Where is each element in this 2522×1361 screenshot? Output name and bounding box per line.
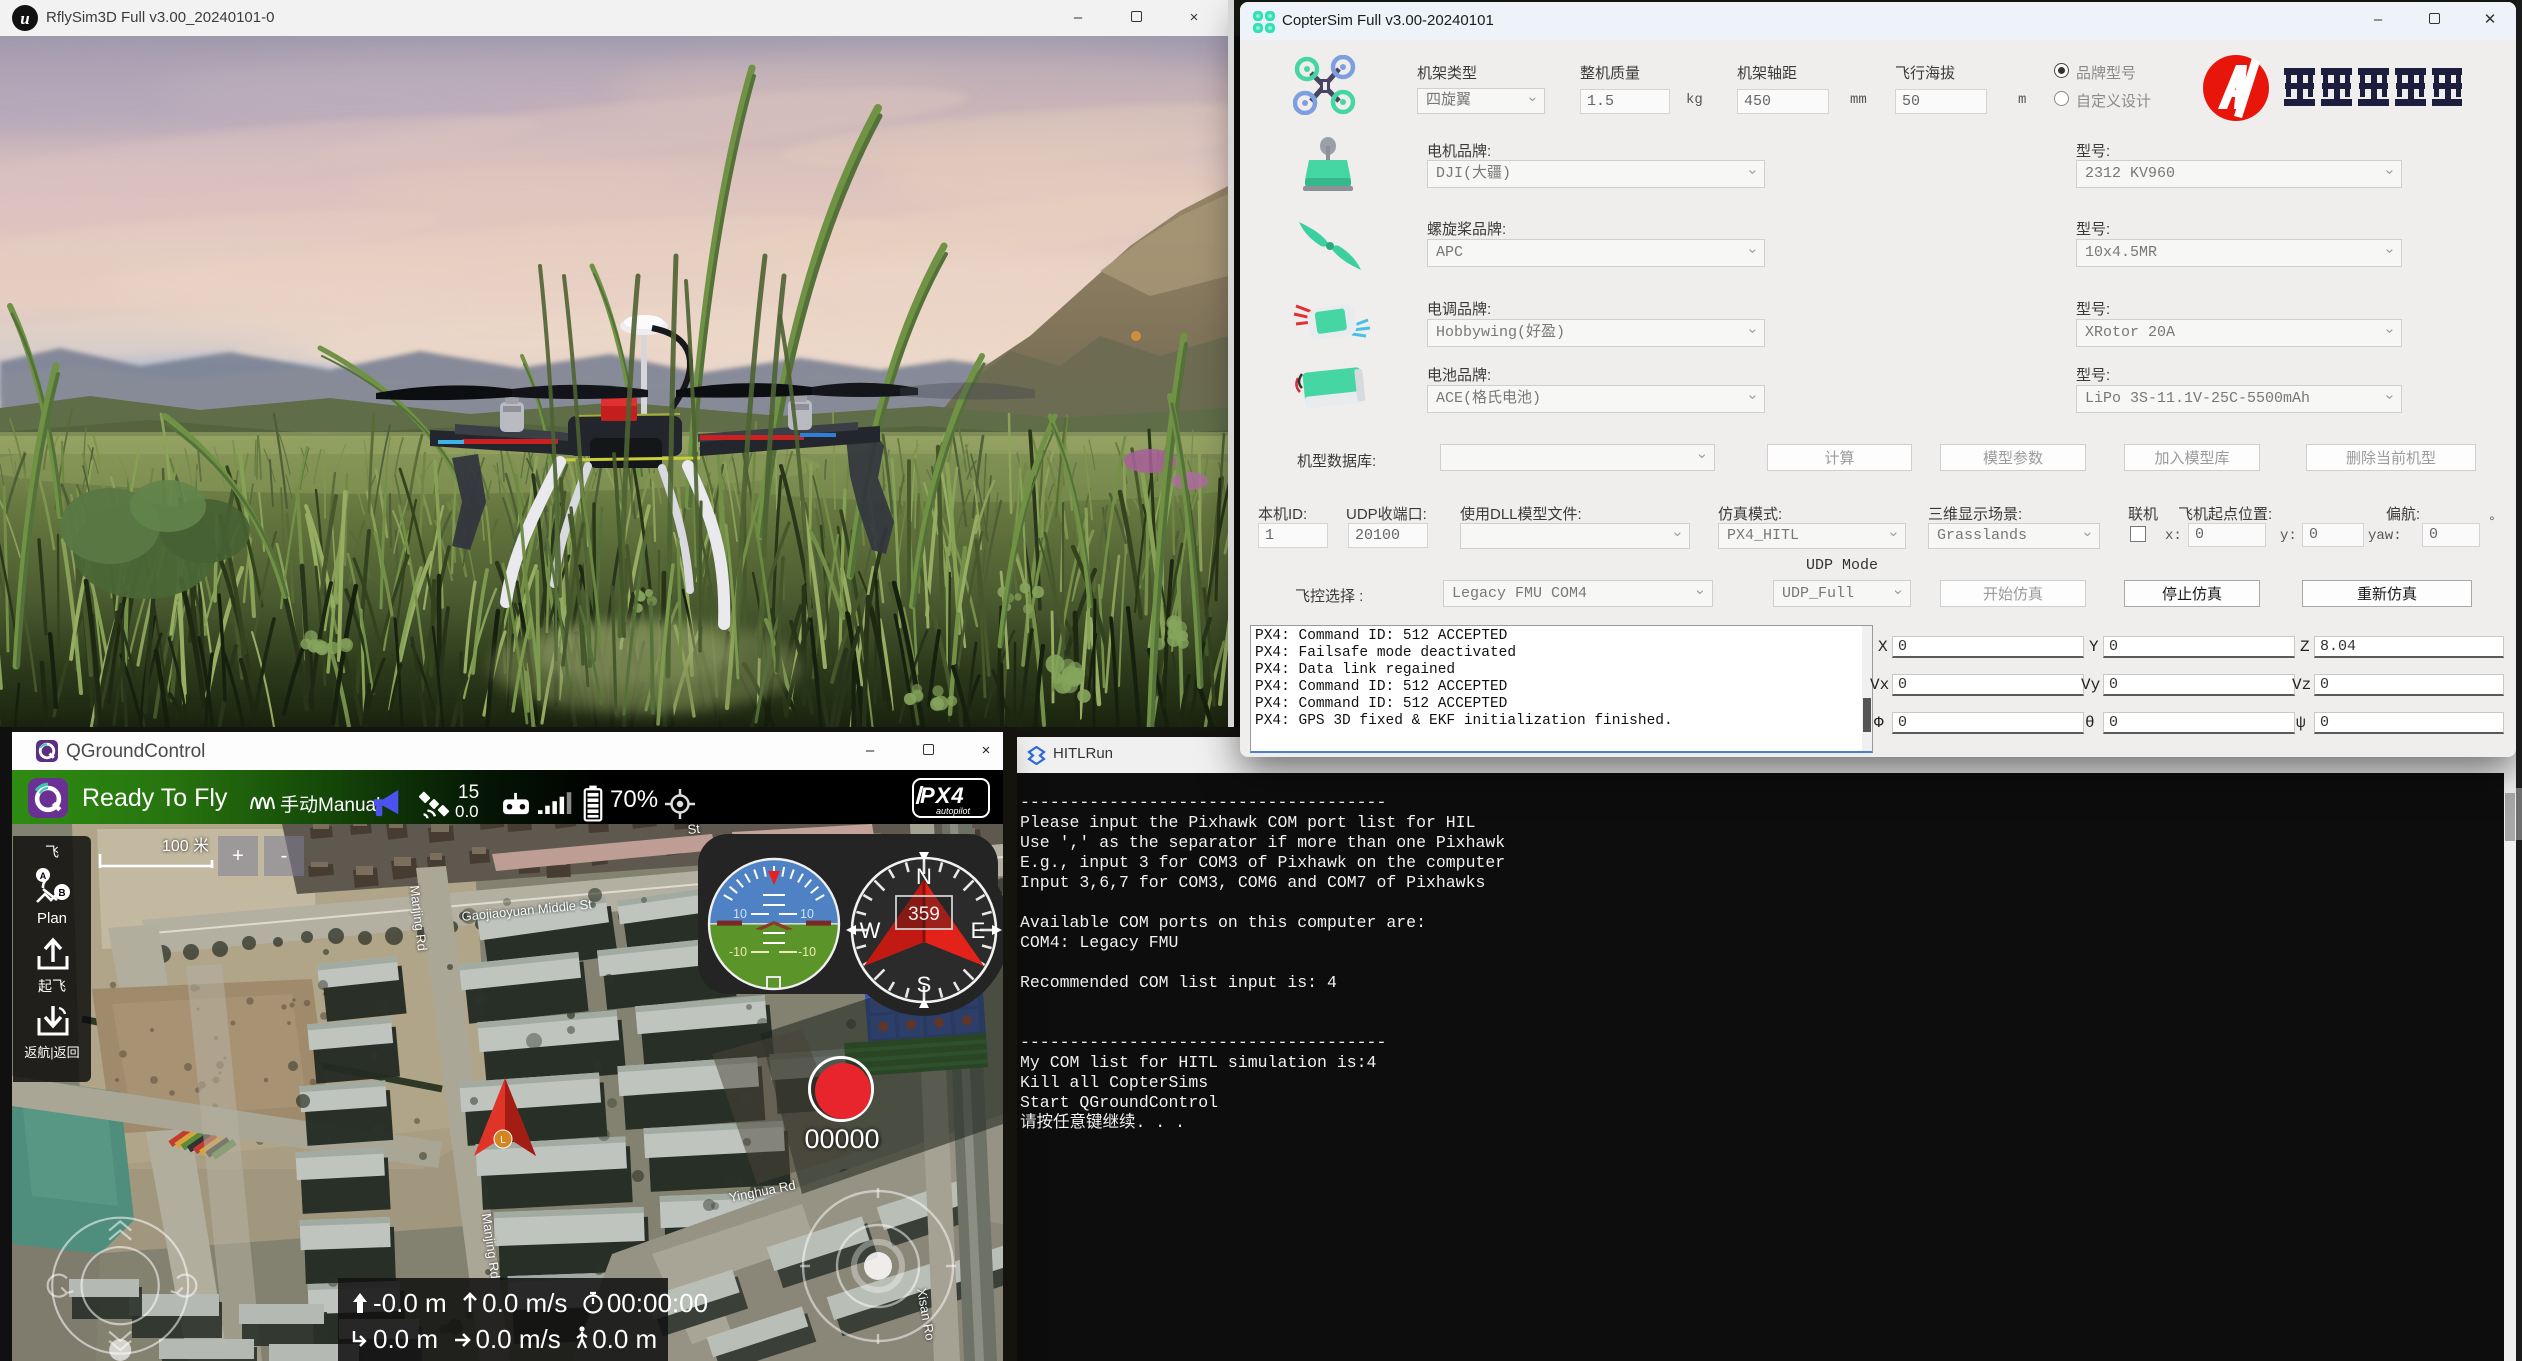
svg-text:N: N: [916, 864, 932, 889]
svg-text:St: St: [687, 824, 701, 837]
svg-text:10: 10: [800, 907, 814, 921]
svg-text:u: u: [20, 9, 29, 28]
svg-text:E: E: [971, 918, 986, 943]
svg-text:L: L: [500, 1135, 506, 1146]
svg-text:359: 359: [908, 904, 940, 925]
svg-text:B: B: [58, 888, 65, 899]
svg-text:10: 10: [733, 907, 747, 921]
svg-text:W: W: [860, 918, 881, 943]
svg-text:-10: -10: [729, 945, 747, 959]
svg-text:S: S: [917, 972, 932, 997]
svg-text:A: A: [40, 871, 47, 881]
svg-text:-10: -10: [798, 945, 816, 959]
